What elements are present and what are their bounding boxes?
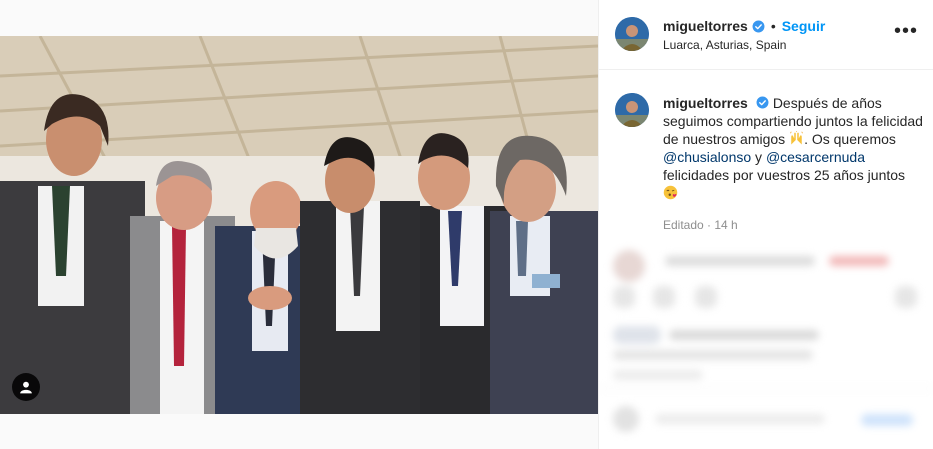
more-options-icon[interactable]: ••• bbox=[894, 21, 918, 41]
blurred-comments-area bbox=[599, 238, 933, 449]
caption-part2: . Os queremos bbox=[804, 131, 896, 147]
post-header: migueltorres • Seguir Luarca, Asturias, … bbox=[599, 0, 933, 70]
location-link[interactable]: Luarca, Asturias, Spain bbox=[663, 38, 786, 52]
mention-chusialonso[interactable]: @chusialonso bbox=[663, 149, 751, 165]
avatar[interactable] bbox=[615, 17, 649, 51]
raising-hands-emoji bbox=[790, 131, 803, 145]
user-tag-icon bbox=[20, 381, 32, 394]
verified-badge-icon bbox=[756, 96, 769, 109]
media-area bbox=[0, 0, 598, 449]
blurred-content bbox=[599, 238, 933, 449]
caption-text: migueltorres Después de años seguimos com… bbox=[663, 94, 923, 202]
header-user-line: migueltorres • Seguir bbox=[663, 18, 825, 34]
post-side-panel: migueltorres • Seguir Luarca, Asturias, … bbox=[598, 0, 933, 449]
post-photo[interactable] bbox=[0, 36, 598, 414]
tag-people-button[interactable] bbox=[12, 373, 40, 401]
caption-part4: felicidades por vuestros 25 años juntos bbox=[663, 167, 906, 183]
follow-button[interactable]: Seguir bbox=[782, 18, 826, 34]
mention-cesarcernuda[interactable]: @cesarcernuda bbox=[766, 149, 865, 165]
caption-avatar[interactable] bbox=[615, 93, 649, 127]
group-photo-image bbox=[0, 36, 598, 414]
verified-badge-icon bbox=[752, 20, 765, 32]
post-meta: Editado · 14 h bbox=[663, 218, 738, 232]
caption-part3: y bbox=[755, 149, 763, 165]
caption-username[interactable]: migueltorres bbox=[663, 95, 748, 111]
face-blowing-kiss-emoji bbox=[663, 185, 678, 200]
separator-dot: • bbox=[770, 18, 776, 34]
username[interactable]: migueltorres bbox=[663, 18, 748, 34]
